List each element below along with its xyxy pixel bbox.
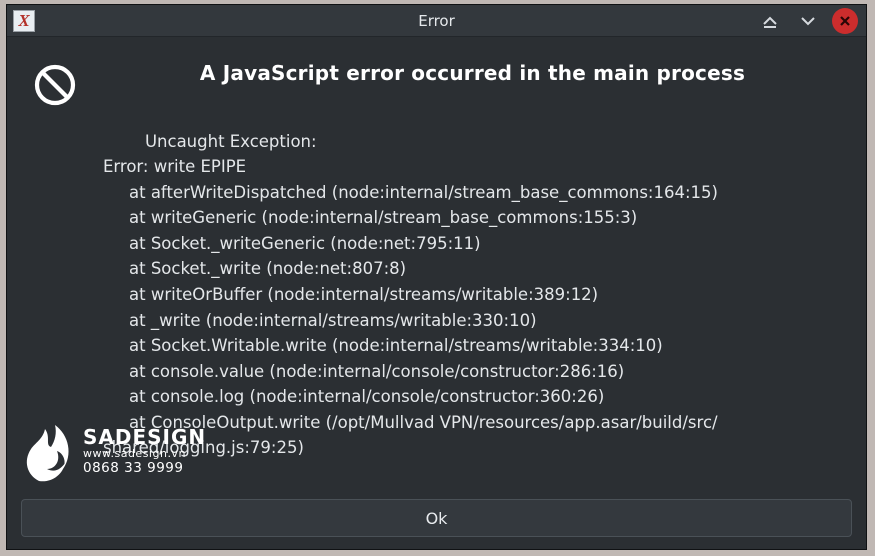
- close-button[interactable]: [832, 8, 858, 34]
- stack-tail: shared/logging.js:79:25): [103, 438, 304, 457]
- exception-label: Uncaught Exception:: [145, 132, 317, 151]
- app-icon-glyph: X: [18, 12, 29, 29]
- stack-line: at console.log (node:internal/console/co…: [103, 384, 842, 410]
- icon-column: [33, 55, 103, 491]
- ok-button[interactable]: Ok: [21, 499, 852, 537]
- stack-line: at ConsoleOutput.write (/opt/Mullvad VPN…: [103, 410, 842, 436]
- stack-line: at writeOrBuffer (node:internal/streams/…: [103, 282, 842, 308]
- nosign-icon: [33, 63, 77, 107]
- stack-line: at afterWriteDispatched (node:internal/s…: [103, 180, 842, 206]
- dialog-body: A JavaScript error occurred in the main …: [7, 37, 866, 491]
- error-heading: A JavaScript error occurred in the main …: [103, 61, 842, 85]
- close-icon: [838, 14, 852, 28]
- error-message: Uncaught Exception: Error: write EPIPE a…: [103, 103, 842, 486]
- app-icon: X: [13, 10, 35, 32]
- expand-down-button[interactable]: [794, 7, 822, 35]
- error-line: Error: write EPIPE: [103, 157, 246, 176]
- expand-down-icon: [799, 12, 817, 30]
- stack-line: at Socket.Writable.write (node:internal/…: [103, 333, 842, 359]
- titlebar: X Error: [7, 5, 866, 37]
- stack-line: at Socket._writeGeneric (node:net:795:11…: [103, 231, 842, 257]
- ok-button-label: Ok: [426, 509, 448, 528]
- window-controls: [756, 7, 866, 35]
- content-column: A JavaScript error occurred in the main …: [103, 55, 842, 491]
- stack-line: at writeGeneric (node:internal/stream_ba…: [103, 205, 842, 231]
- stack-line: at console.value (node:internal/console/…: [103, 359, 842, 385]
- stack-line: at _write (node:internal/streams/writabl…: [103, 308, 842, 334]
- error-dialog-window: X Error: [6, 4, 867, 550]
- button-row: Ok: [7, 491, 866, 551]
- stack-line: at Socket._write (node:net:807:8): [103, 256, 842, 282]
- window-title: Error: [7, 12, 866, 30]
- minimize-button[interactable]: [756, 7, 784, 35]
- minimize-icon: [761, 12, 779, 30]
